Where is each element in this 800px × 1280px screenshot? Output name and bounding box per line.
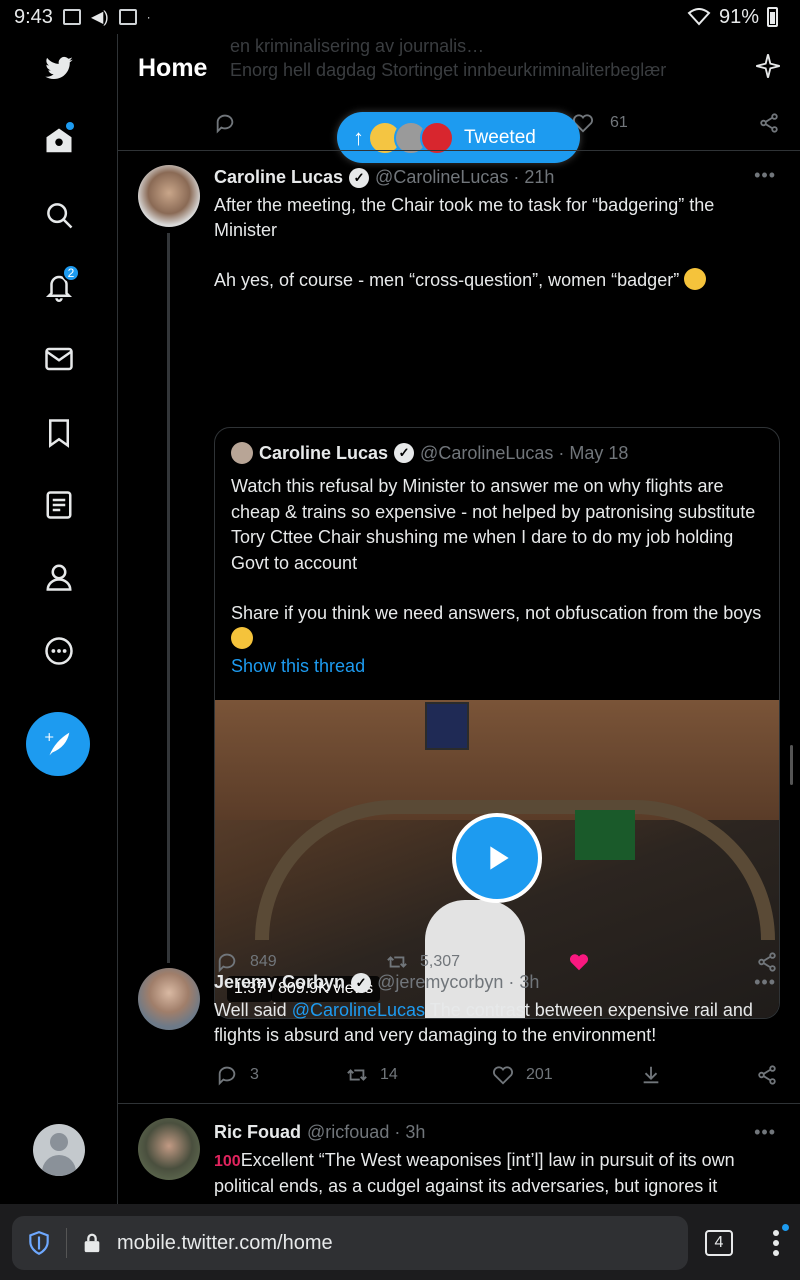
notifications-badge: 2: [62, 264, 80, 282]
lock-icon: [84, 1233, 100, 1253]
tweet-header: Caroline Lucas ✓ @CarolineLucas · 21h: [214, 167, 554, 188]
tweet-text: 100Excellent “The West weaponises [int’l…: [214, 1150, 735, 1196]
verified-badge-icon: ✓: [394, 443, 415, 463]
reply-icon[interactable]: [214, 112, 236, 134]
author-name[interactable]: Jeremy Corbyn: [214, 972, 345, 993]
more-icon[interactable]: •••: [754, 1122, 776, 1143]
screenshot-icon: [118, 9, 137, 25]
author-name[interactable]: Caroline Lucas: [214, 167, 343, 188]
quote-text: Watch this refusal by Minister to answer…: [231, 474, 771, 652]
messages-icon[interactable]: [38, 338, 80, 380]
like-count: 201: [526, 1066, 553, 1083]
quote-header: Caroline Lucas ✓ @CarolineLucas · May 18: [231, 442, 628, 464]
avatar[interactable]: [138, 1118, 200, 1180]
notifications-icon[interactable]: 2: [38, 264, 80, 308]
like-count: 61: [610, 114, 628, 131]
like-icon: [493, 1066, 513, 1085]
wifi-icon: [687, 8, 711, 26]
more-options-icon[interactable]: [38, 630, 80, 672]
rolling-eyes-emoji-icon: [684, 268, 707, 290]
share-button[interactable]: [756, 1064, 778, 1086]
home-icon[interactable]: [38, 120, 80, 162]
retweet-button[interactable]: 14: [346, 1064, 398, 1086]
thread-line: [167, 233, 170, 963]
tweet[interactable]: Ric Fouad @ricfouad · 3h ••• 100Excellen…: [118, 1104, 800, 1204]
gallery-icon: [62, 9, 81, 25]
verified-badge-icon: ✓: [351, 972, 372, 993]
reply-icon: [218, 1066, 236, 1086]
pill-label: Tweeted: [464, 126, 536, 148]
feather-plus-icon: +: [44, 730, 70, 756]
arrow-up-icon: ↑: [353, 124, 364, 150]
scrolled-tweet-text: en kriminalisering av journalis… Enorg h…: [230, 36, 667, 80]
author-handle[interactable]: @CarolineLucas · 21h: [375, 167, 554, 188]
compose-tweet-button[interactable]: +: [26, 712, 90, 776]
tweet-header: Jeremy Corbyn ✓ @jeremycorbyn · 3h: [214, 972, 539, 993]
tab-count-button[interactable]: 4: [705, 1230, 733, 1256]
top-tweets-sparkle-icon[interactable]: [754, 52, 782, 80]
author-name[interactable]: Ric Fouad: [214, 1122, 301, 1143]
reply-button[interactable]: 3: [216, 1064, 259, 1086]
twitter-logo-icon[interactable]: [38, 48, 80, 90]
more-icon[interactable]: •••: [754, 972, 776, 993]
play-button[interactable]: [452, 813, 542, 903]
show-thread-link[interactable]: Show this thread: [231, 656, 365, 677]
tweet-text: Well said @CarolineLucas The contrast be…: [214, 1000, 753, 1045]
quoted-tweet[interactable]: Caroline Lucas ✓ @CarolineLucas · May 18…: [214, 427, 780, 1019]
scrollbar[interactable]: [790, 745, 793, 785]
like-button[interactable]: 201: [492, 1064, 553, 1086]
video-screen: [425, 702, 469, 750]
profile-icon[interactable]: [38, 556, 80, 598]
browser-menu-icon[interactable]: [768, 1224, 789, 1258]
address-bar[interactable]: mobile.twitter.com/home: [12, 1216, 688, 1270]
home-unread-dot: [66, 122, 74, 130]
retweet-count: 14: [380, 1066, 398, 1083]
tweet-text: After the meeting, the Chair took me to …: [214, 195, 715, 290]
battery-percent: 91%: [718, 5, 759, 28]
browser-toolbar: mobile.twitter.com/home 4: [0, 1204, 800, 1280]
download-icon: [643, 1066, 659, 1084]
battery-icon: [767, 7, 778, 27]
dot-icon: ·: [146, 10, 151, 24]
bookmarks-icon[interactable]: [38, 412, 80, 454]
avatar[interactable]: [138, 165, 200, 227]
url-text[interactable]: mobile.twitter.com/home: [117, 1232, 333, 1255]
author-handle[interactable]: @ricfouad · 3h: [307, 1122, 425, 1143]
status-time: 9:43: [14, 5, 53, 28]
tweet[interactable]: Jeremy Corbyn ✓ @jeremycorbyn · 3h ••• W…: [118, 954, 800, 1104]
share-icon[interactable]: [758, 112, 780, 134]
reply-count: 3: [250, 1066, 259, 1083]
status-bar: 9:43 ◀) · 91%: [0, 0, 800, 34]
retweet-icon: [347, 1069, 367, 1081]
avatar[interactable]: [138, 968, 200, 1030]
account-avatar[interactable]: [33, 1124, 85, 1176]
lists-icon[interactable]: [38, 484, 80, 526]
main-timeline: en kriminalisering av journalis… Enorg h…: [118, 34, 800, 1204]
tweet-actions: 3 14 201: [214, 1064, 780, 1090]
flexed-biceps-emoji-icon: [231, 626, 253, 649]
quote-author-handle: @CarolineLucas · May 18: [420, 442, 629, 463]
mention-link[interactable]: @CarolineLucas: [292, 1000, 425, 1020]
sidebar: 2 +: [0, 34, 118, 1204]
verified-badge-icon: ✓: [349, 167, 370, 188]
author-handle[interactable]: @jeremycorbyn · 3h: [377, 972, 539, 993]
volume-icon: ◀): [90, 9, 109, 26]
shield-icon[interactable]: [26, 1230, 52, 1256]
download-button[interactable]: [640, 1064, 662, 1086]
search-icon[interactable]: [38, 194, 80, 236]
play-icon: [490, 846, 509, 870]
more-icon[interactable]: •••: [754, 165, 776, 186]
address-divider: [66, 1228, 67, 1258]
svg-text:+: +: [44, 730, 55, 745]
hundred-points-emoji-icon: 100: [214, 1153, 241, 1170]
share-icon: [758, 1065, 776, 1085]
video-portcullis: [575, 810, 635, 860]
quote-avatar: [231, 442, 253, 464]
quote-author-name: Caroline Lucas: [259, 442, 389, 463]
page-title: Home: [138, 54, 208, 82]
tweet-header: Ric Fouad @ricfouad · 3h: [214, 1122, 425, 1143]
